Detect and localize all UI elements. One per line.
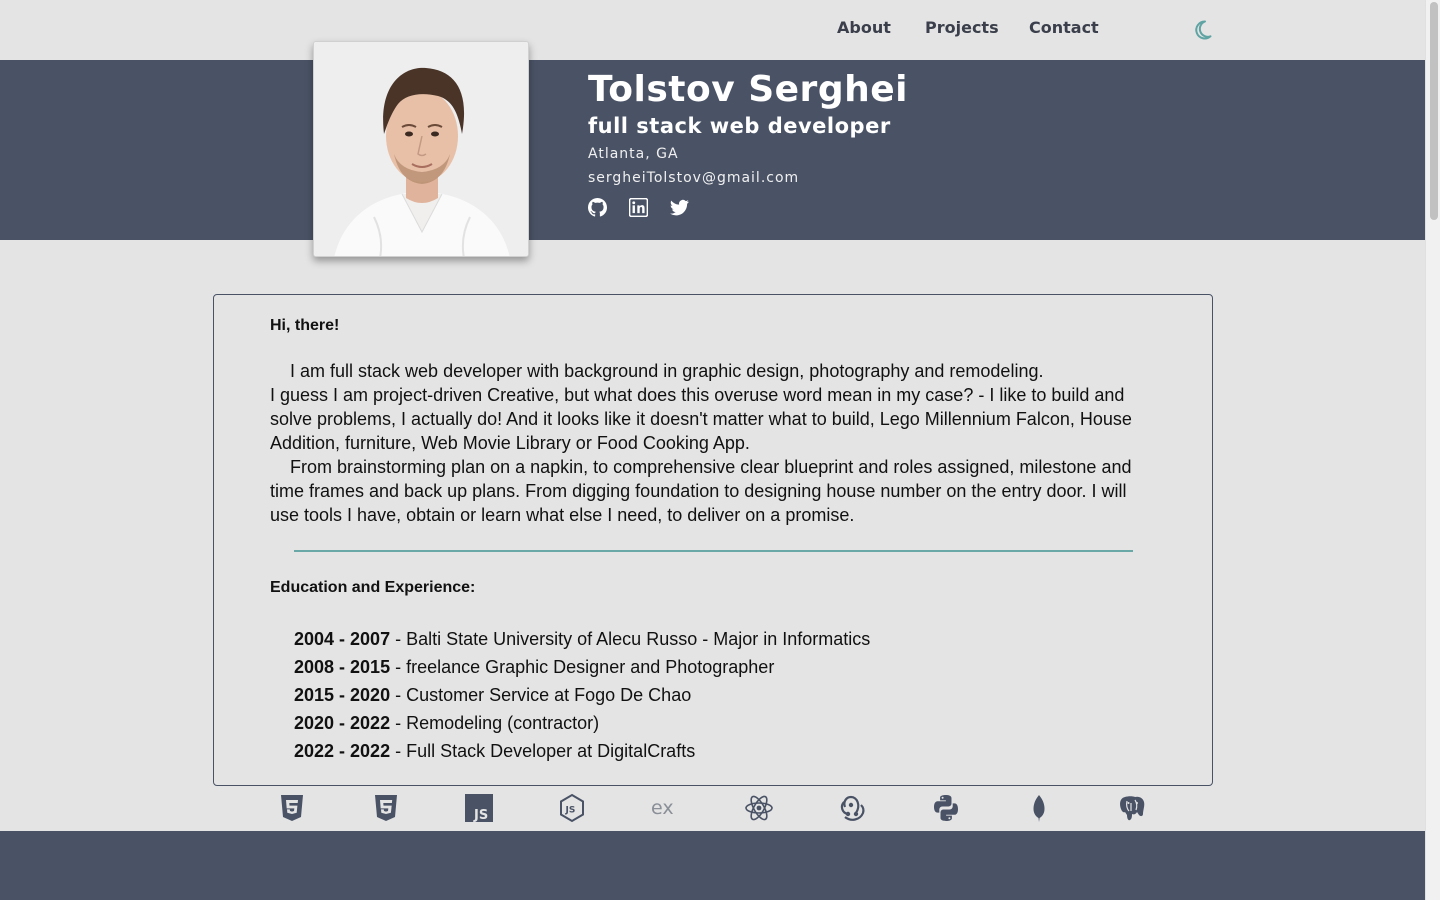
tech-stack-icons: JS JS ex bbox=[0, 793, 1425, 823]
education-item: 2020 - 2022 - Remodeling (contractor) bbox=[294, 709, 870, 737]
education-list: 2004 - 2007 - Balti State University of … bbox=[294, 625, 870, 765]
twitter-icon[interactable] bbox=[670, 198, 689, 217]
education-years: 2004 - 2007 bbox=[294, 629, 391, 649]
vertical-scrollbar[interactable] bbox=[1425, 0, 1440, 900]
scrollbar-thumb[interactable] bbox=[1430, 2, 1438, 220]
profile-title: full stack web developer bbox=[588, 114, 891, 138]
express-icon: ex bbox=[651, 797, 674, 819]
about-card: Hi, there! I am full stack web developer… bbox=[213, 294, 1213, 786]
bio-paragraph-2: I guess I am project-driven Creative, bu… bbox=[270, 385, 1132, 453]
bio-paragraph: I am full stack web developer with backg… bbox=[270, 359, 1160, 383]
education-desc: - Balti State University of Alecu Russo … bbox=[390, 629, 871, 649]
profile-name: Tolstov Serghei bbox=[588, 69, 908, 110]
html5-icon bbox=[281, 795, 303, 821]
bio-paragraph-3: From brainstorming plan on a napkin, to … bbox=[270, 457, 1132, 525]
education-years: 2015 - 2020 bbox=[294, 685, 391, 705]
svg-text:JS: JS bbox=[565, 806, 576, 816]
nav-link-contact[interactable]: Contact bbox=[1029, 18, 1099, 37]
bio-text: I am full stack web developer with backg… bbox=[270, 359, 1160, 527]
education-item: 2008 - 2015 - freelance Graphic Designer… bbox=[294, 653, 870, 681]
css3-icon bbox=[375, 795, 397, 821]
education-years: 2020 - 2022 bbox=[294, 713, 391, 733]
profile-email[interactable]: sergheiTolstov@gmail.com bbox=[588, 170, 908, 186]
education-desc: - Customer Service at Fogo De Chao bbox=[390, 685, 692, 705]
postgresql-icon bbox=[1120, 796, 1145, 821]
education-desc: - Remodeling (contractor) bbox=[390, 713, 600, 733]
svg-text:JS: JS bbox=[473, 808, 488, 823]
bio-paragraph: From brainstorming plan on a napkin, to … bbox=[270, 455, 1160, 527]
social-links bbox=[588, 198, 908, 217]
github-icon[interactable] bbox=[588, 198, 607, 217]
moon-icon[interactable] bbox=[1190, 18, 1214, 42]
redux-icon bbox=[840, 795, 865, 821]
education-years: 2008 - 2015 bbox=[294, 657, 391, 677]
education-heading: Education and Experience: bbox=[270, 579, 476, 596]
python-icon bbox=[934, 795, 958, 821]
mongodb-icon bbox=[1033, 795, 1045, 822]
javascript-icon: JS bbox=[465, 794, 493, 823]
nodejs-icon: JS bbox=[560, 793, 584, 823]
greeting-heading: Hi, there! bbox=[270, 317, 340, 334]
education-desc: - freelance Graphic Designer and Photogr… bbox=[390, 657, 775, 677]
footer bbox=[0, 831, 1425, 900]
education-item: 2004 - 2007 - Balti State University of … bbox=[294, 625, 870, 653]
top-nav: About Projects Contact bbox=[0, 0, 1425, 60]
education-item: 2022 - 2022 - Full Stack Developer at Di… bbox=[294, 737, 870, 765]
profile-location: Atlanta, GA bbox=[588, 146, 679, 162]
profile-photo bbox=[313, 41, 529, 257]
bio-paragraph-1: I am full stack web developer with backg… bbox=[290, 361, 1044, 381]
linkedin-icon[interactable] bbox=[629, 198, 648, 217]
education-item: 2015 - 2020 - Customer Service at Fogo D… bbox=[294, 681, 870, 709]
nav-link-about[interactable]: About bbox=[837, 18, 891, 37]
nav-link-projects[interactable]: Projects bbox=[925, 18, 999, 37]
svg-text:ex: ex bbox=[651, 797, 674, 819]
section-divider bbox=[294, 550, 1133, 552]
education-desc: - Full Stack Developer at DigitalCrafts bbox=[390, 741, 696, 761]
portrait-illustration bbox=[314, 42, 528, 256]
education-years: 2022 - 2022 bbox=[294, 741, 391, 761]
react-icon bbox=[745, 795, 773, 821]
profile-identity: Tolstov Serghei full stack web developer… bbox=[588, 68, 908, 217]
